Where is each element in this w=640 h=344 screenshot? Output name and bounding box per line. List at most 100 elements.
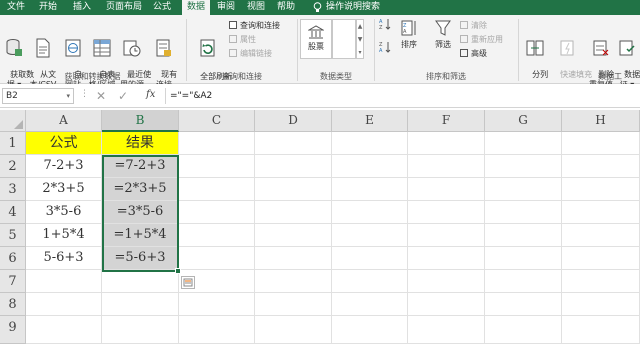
cell-c6[interactable]: [179, 247, 255, 270]
text-to-columns-button[interactable]: 分列: [522, 18, 548, 90]
cell-g8[interactable]: [485, 293, 562, 316]
cell-d4[interactable]: [255, 201, 332, 224]
tab-review[interactable]: 审阅: [214, 0, 238, 15]
chevron-down-icon[interactable]: ▾: [66, 89, 70, 103]
cell-c2[interactable]: [179, 155, 255, 178]
cell-g9[interactable]: [485, 316, 562, 344]
cell-c9[interactable]: [179, 316, 255, 344]
data-types-gallery[interactable]: [332, 19, 356, 59]
cell-g1[interactable]: [485, 132, 562, 155]
cell-e4[interactable]: [332, 201, 408, 224]
cell-a9[interactable]: [26, 316, 102, 344]
cell-f6[interactable]: [408, 247, 485, 270]
row-header-1[interactable]: 1: [0, 132, 26, 155]
gallery-scroll-arrows[interactable]: ▲ ▼ ▾: [356, 19, 364, 59]
filter-button[interactable]: 筛选: [430, 18, 456, 50]
cell-b6[interactable]: =5-6+3: [102, 247, 179, 270]
cell-b5[interactable]: =1+5*4: [102, 224, 179, 247]
cell-f2[interactable]: [408, 155, 485, 178]
row-header-2[interactable]: 2: [0, 155, 26, 178]
cell-d9[interactable]: [255, 316, 332, 344]
cell-e3[interactable]: [332, 178, 408, 201]
row-header-5[interactable]: 5: [0, 224, 26, 247]
cell-b8[interactable]: [102, 293, 179, 316]
cell-e7[interactable]: [332, 270, 408, 293]
cell-d6[interactable]: [255, 247, 332, 270]
cell-g5[interactable]: [485, 224, 562, 247]
cell-e2[interactable]: [332, 155, 408, 178]
tab-file[interactable]: 文件: [4, 0, 28, 15]
tab-formulas[interactable]: 公式: [150, 0, 174, 15]
name-box[interactable]: B2 ▾: [2, 88, 74, 104]
cell-g3[interactable]: [485, 178, 562, 201]
cell-e9[interactable]: [332, 316, 408, 344]
cell-d3[interactable]: [255, 178, 332, 201]
cell-h4[interactable]: [562, 201, 640, 224]
cell-g7[interactable]: [485, 270, 562, 293]
tab-view[interactable]: 视图: [244, 0, 268, 15]
cell-a1[interactable]: 公式: [26, 132, 102, 155]
cell-a5[interactable]: 1+5*4: [26, 224, 102, 247]
edit-links-button[interactable]: 编辑链接: [229, 49, 272, 59]
stocks-button[interactable]: 股票: [300, 19, 332, 59]
cell-a8[interactable]: [26, 293, 102, 316]
cell-h3[interactable]: [562, 178, 640, 201]
cell-d7[interactable]: [255, 270, 332, 293]
sort-button[interactable]: ZA 排序: [396, 18, 422, 50]
queries-connections-button[interactable]: 查询和连接: [229, 21, 280, 31]
cell-g6[interactable]: [485, 247, 562, 270]
tab-insert[interactable]: 插入: [70, 0, 94, 15]
tab-help[interactable]: 帮助: [274, 0, 298, 15]
cell-f9[interactable]: [408, 316, 485, 344]
select-all-button[interactable]: [0, 110, 26, 132]
cancel-icon[interactable]: ✕: [96, 89, 106, 103]
column-header-h[interactable]: H: [562, 110, 640, 132]
cell-f5[interactable]: [408, 224, 485, 247]
cell-d2[interactable]: [255, 155, 332, 178]
cell-h1[interactable]: [562, 132, 640, 155]
column-header-a[interactable]: A: [26, 110, 102, 132]
column-header-e[interactable]: E: [332, 110, 408, 132]
sort-za-button[interactable]: ZA: [378, 41, 392, 56]
quick-analysis-button[interactable]: [181, 276, 195, 289]
cell-d8[interactable]: [255, 293, 332, 316]
insert-function-icon[interactable]: fx: [146, 89, 155, 100]
cell-c1[interactable]: [179, 132, 255, 155]
row-header-8[interactable]: 8: [0, 293, 26, 316]
cell-c8[interactable]: [179, 293, 255, 316]
cell-b4[interactable]: =3*5-6: [102, 201, 179, 224]
advanced-filter-button[interactable]: 高级: [460, 49, 487, 59]
cell-h5[interactable]: [562, 224, 640, 247]
cell-b1[interactable]: 结果: [102, 132, 179, 155]
cell-a4[interactable]: 3*5-6: [26, 201, 102, 224]
cell-e1[interactable]: [332, 132, 408, 155]
cell-f3[interactable]: [408, 178, 485, 201]
row-header-7[interactable]: 7: [0, 270, 26, 293]
cell-h9[interactable]: [562, 316, 640, 344]
cell-g4[interactable]: [485, 201, 562, 224]
row-header-6[interactable]: 6: [0, 247, 26, 270]
cell-d5[interactable]: [255, 224, 332, 247]
cell-b3[interactable]: =2*3+5: [102, 178, 179, 201]
reapply-button[interactable]: 重新应用: [460, 35, 503, 45]
properties-button[interactable]: 属性: [229, 35, 256, 45]
cell-c3[interactable]: [179, 178, 255, 201]
cell-a6[interactable]: 5-6+3: [26, 247, 102, 270]
row-header-9[interactable]: 9: [0, 316, 26, 344]
cell-c5[interactable]: [179, 224, 255, 247]
cell-a7[interactable]: [26, 270, 102, 293]
cell-a3[interactable]: 2*3+5: [26, 178, 102, 201]
column-header-g[interactable]: G: [485, 110, 562, 132]
tab-home[interactable]: 开始: [36, 0, 60, 15]
cell-f4[interactable]: [408, 201, 485, 224]
cell-b9[interactable]: [102, 316, 179, 344]
column-header-d[interactable]: D: [255, 110, 332, 132]
cell-c4[interactable]: [179, 201, 255, 224]
sort-az-button[interactable]: AZ: [378, 18, 392, 33]
tell-me-search[interactable]: 操作说明搜索: [326, 0, 386, 15]
column-header-c[interactable]: C: [179, 110, 255, 132]
cell-f7[interactable]: [408, 270, 485, 293]
clear-filter-button[interactable]: 清除: [460, 21, 487, 31]
tab-page-layout[interactable]: 页面布局: [103, 0, 145, 15]
cell-h6[interactable]: [562, 247, 640, 270]
